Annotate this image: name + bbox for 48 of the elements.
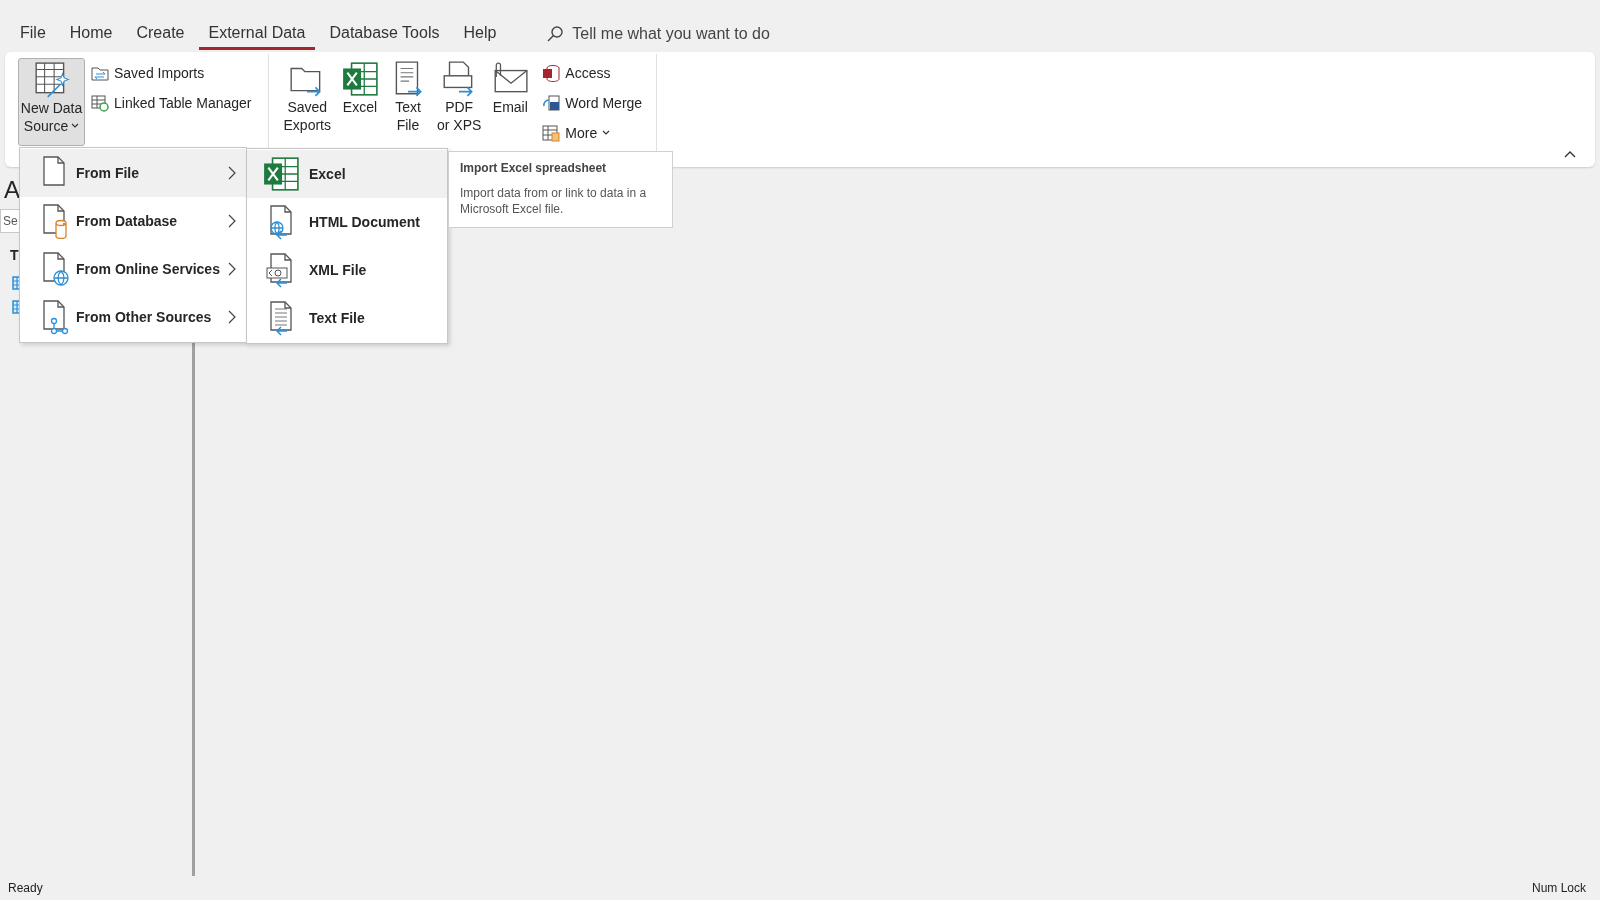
tooltip-title: Import Excel spreadsheet (460, 160, 608, 177)
search-field[interactable]: Se (0, 209, 19, 233)
ribbon-small-button[interactable]: Saved Imports (91, 62, 252, 84)
ribbon-large-button[interactable]: Email (486, 58, 535, 146)
ribbon-small-button[interactable]: Word Merge (542, 92, 643, 114)
menu-item[interactable]: From Online Services (20, 245, 246, 293)
caret-icon (71, 123, 80, 129)
ribbon-small-button[interactable]: More (542, 122, 643, 144)
pane-title: A (3, 175, 21, 205)
chevron-right-icon (228, 166, 236, 180)
ribbon-tab[interactable]: Database Tools (319, 18, 450, 50)
menu-item[interactable]: Excel (247, 150, 447, 198)
menu-item[interactable]: From Database (20, 197, 246, 245)
ribbon-tab[interactable]: Help (453, 18, 507, 50)
folder-arrows-icon (91, 64, 109, 82)
menu-item[interactable]: XML File (247, 246, 447, 294)
menu-item[interactable]: HTML Document (247, 198, 447, 246)
ribbon-tab[interactable]: File (10, 18, 56, 50)
ribbon-large-button[interactable]: Excel (336, 58, 384, 146)
ribbon-large-button[interactable]: PDF or XPS (432, 58, 487, 146)
ribbon-tab[interactable]: Create (126, 18, 195, 50)
chevron-right-icon (228, 310, 236, 324)
chevron-up-icon (1564, 150, 1576, 158)
search-icon (546, 25, 565, 43)
ribbon-tab[interactable]: Home (59, 18, 123, 50)
new-data-source-button[interactable]: New Data Source (18, 58, 85, 146)
table-sparkle-icon (32, 61, 71, 99)
spreadsheet-icon (262, 155, 300, 193)
group-heading: T (9, 246, 20, 265)
tell-me-field[interactable]: Tell me what you want to do (572, 22, 833, 46)
table-icon (542, 124, 561, 142)
menu-item[interactable]: Text File (247, 294, 447, 342)
linked-table-icon (91, 94, 109, 112)
chevron-right-icon (228, 214, 236, 228)
spreadsheet-icon (341, 60, 379, 98)
status-text: Num Lock (1531, 880, 1587, 897)
ribbon-large-button[interactable]: Saved Exports (278, 58, 336, 146)
tooltip-text: Import data from or link to data in a Microsoft Excel file. (460, 185, 648, 217)
chevron-right-icon (228, 262, 236, 276)
merge-document-icon (542, 94, 561, 112)
database-letter-icon (542, 64, 561, 82)
menu-item[interactable]: From File (20, 149, 246, 197)
ribbon-large-button[interactable]: Text File (384, 58, 432, 146)
caret-icon (602, 130, 611, 136)
ribbon-small-button[interactable]: Linked Table Manager (91, 92, 252, 114)
status-text: Ready (8, 880, 43, 897)
ribbon-small-button[interactable]: Access (542, 62, 643, 84)
menu-item[interactable]: From Other Sources (20, 293, 246, 341)
